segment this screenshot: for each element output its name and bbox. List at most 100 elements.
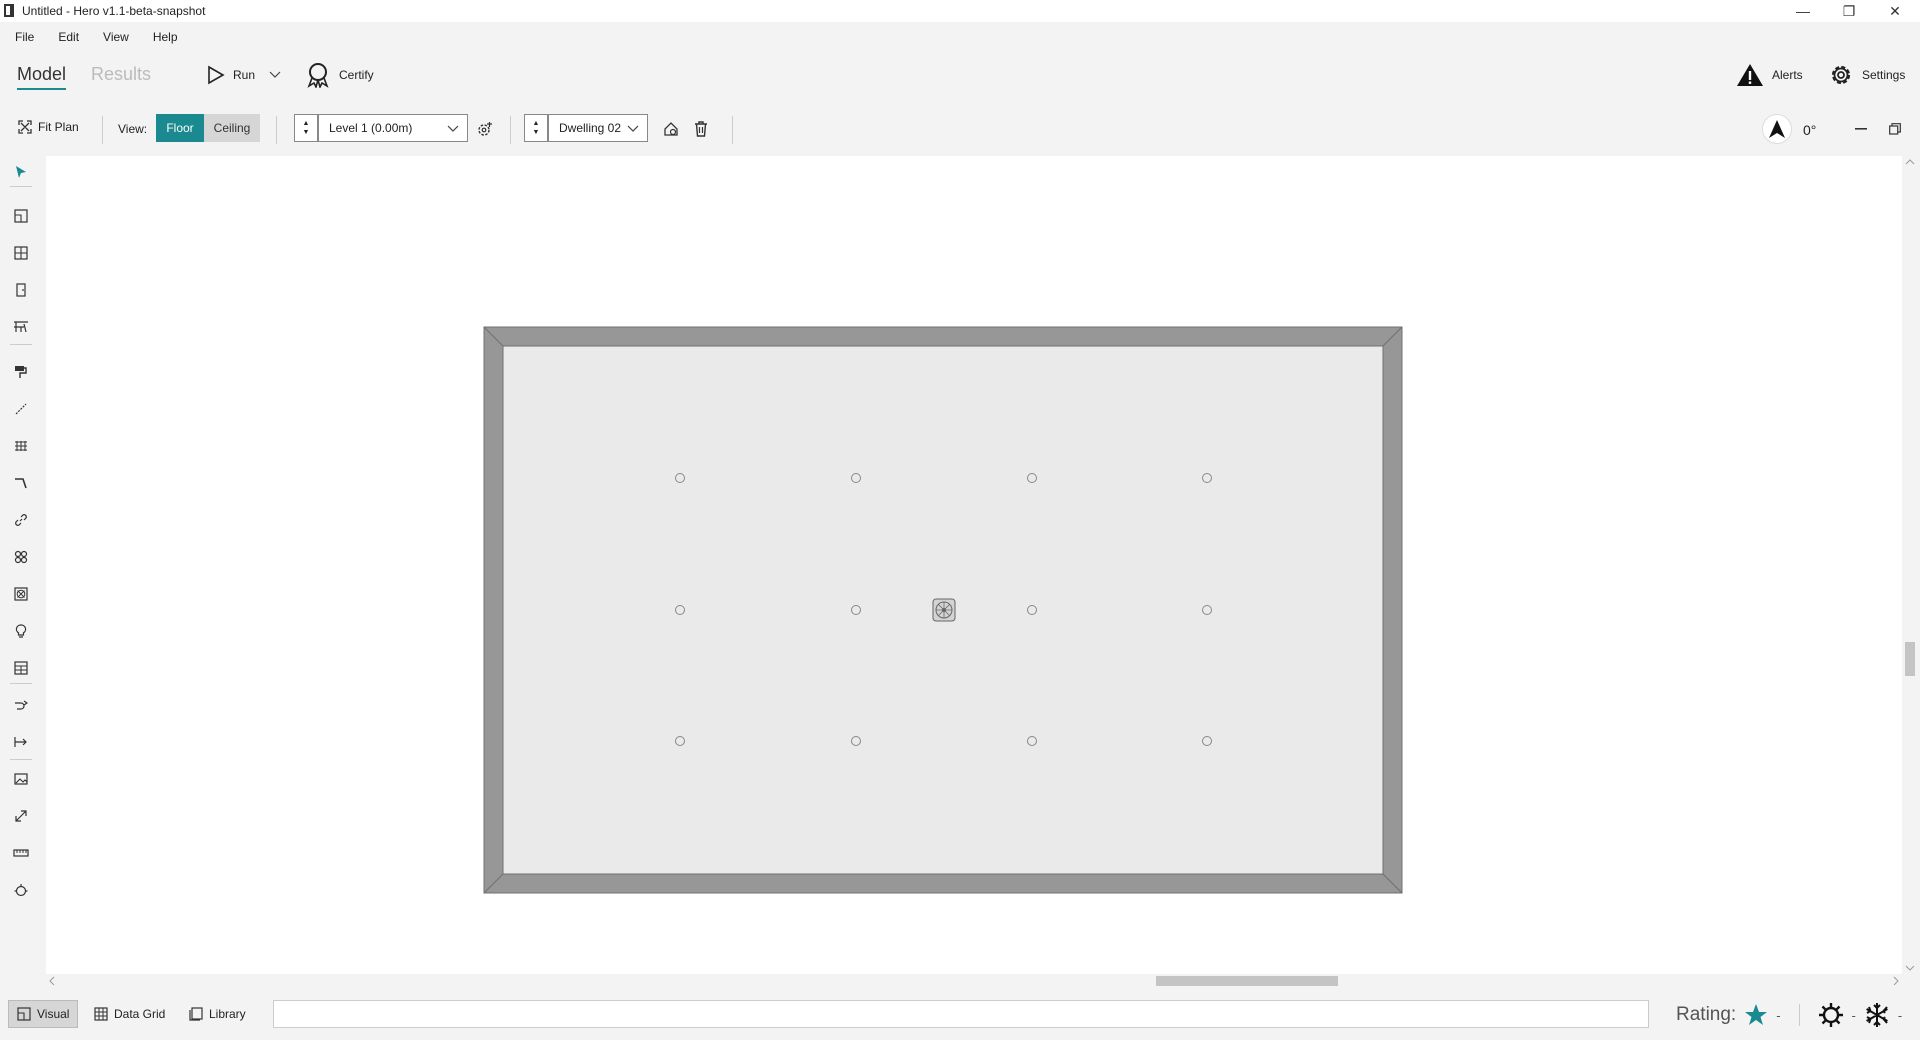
view-floor-toggle[interactable]: Floor [156,114,204,142]
library-tab[interactable]: Library [181,1000,254,1028]
compass-tool-icon[interactable] [12,881,30,899]
alerts-label: Alerts [1772,68,1803,82]
image-tool-icon[interactable] [12,770,30,788]
plan-canvas[interactable] [46,156,1902,974]
toolbar-divider [276,116,277,144]
scroll-left-icon[interactable] [46,974,58,988]
line-tool-icon[interactable] [12,400,30,418]
paint-tool-icon[interactable] [12,363,30,381]
tool-divider [10,186,32,187]
room-tool-icon[interactable] [12,207,30,225]
visual-icon [17,1007,31,1021]
dwelling-value: Dwelling 02 [559,121,622,135]
vertical-scrollbar[interactable] [1902,156,1918,974]
ceiling-fan-icon[interactable] [932,598,956,622]
scroll-right-icon[interactable] [1890,974,1902,988]
window-tool-icon[interactable] [12,244,30,262]
plan-toolbar: Fit Plan View: Floor Ceiling ▲ ▼ Level 1… [0,112,1920,146]
light-tool-icon[interactable] [12,622,30,640]
link-tool-icon[interactable] [12,511,30,529]
visual-tab[interactable]: Visual [8,1000,79,1028]
rating-divider [1798,1004,1800,1026]
grid-tool-icon[interactable] [12,437,30,455]
restore-button[interactable]: ❐ [1826,0,1872,22]
tab-results[interactable]: Results [91,64,151,90]
vent-tool-icon[interactable] [12,585,30,603]
main-tabs: Model Results [17,64,151,90]
fit-plan-button[interactable]: Fit Plan [18,120,79,134]
horizontal-scroll-thumb[interactable] [1156,976,1338,986]
stepper-down-icon[interactable]: ▼ [303,128,310,137]
run-label: Run [233,68,256,82]
scroll-down-icon[interactable] [1902,962,1918,974]
dwelling-settings-icon[interactable] [662,120,680,138]
stepper-up-icon[interactable]: ▲ [303,119,310,128]
status-bar: Visual Data Grid Library Rating: - - - [0,996,1920,1036]
floor-plan-drawing[interactable] [46,156,1902,974]
run-button[interactable]: Run [207,65,281,85]
scroll-up-icon[interactable] [1902,156,1918,168]
data-grid-label: Data Grid [114,1007,166,1021]
tool-divider [10,683,32,684]
level-settings-icon[interactable] [476,120,494,138]
tab-model[interactable]: Model [17,64,67,90]
dwelling-select[interactable]: Dwelling 02 [548,114,648,142]
library-icon [189,1007,203,1021]
restore-panel-icon[interactable] [1886,120,1904,138]
menu-help[interactable]: Help [138,24,187,50]
star-icon [1745,1004,1768,1025]
stepper-down-icon[interactable]: ▼ [533,128,540,137]
rating-label: Rating: [1676,1004,1737,1025]
level-select[interactable]: Level 1 (0.00m) [318,114,468,142]
chevron-down-icon [627,125,639,132]
minimize-panel-icon[interactable] [1852,120,1870,138]
pipe-tool-icon[interactable] [12,474,30,492]
minimize-button[interactable]: — [1780,0,1826,22]
title-bar: Untitled - Hero v1.1-beta-snapshot — ❐ ✕ [0,0,1920,22]
table-icon [94,1007,108,1021]
toolbar-divider [102,116,103,144]
window-title: Untitled - Hero v1.1-beta-snapshot [22,4,206,18]
stepper-up-icon[interactable]: ▲ [533,119,540,128]
resize-tool-icon[interactable] [12,807,30,825]
toolbar-divider [732,116,733,144]
menu-view[interactable]: View [88,24,138,50]
north-arrow-icon[interactable] [1762,114,1792,144]
duct-tool-icon[interactable] [12,696,30,714]
rating-value: - [1776,1007,1781,1023]
menu-edit[interactable]: Edit [43,24,88,50]
heating-icon [1818,1003,1843,1027]
left-toolbar [0,155,44,975]
certify-button[interactable]: Certify [305,62,374,88]
view-label: View: [118,122,148,136]
data-grid-tab[interactable]: Data Grid [86,1000,173,1028]
settings-label: Settings [1862,68,1906,82]
app-icon [4,4,14,17]
close-button[interactable]: ✕ [1872,0,1918,22]
chevron-down-icon [447,125,459,132]
door-tool-icon[interactable] [12,281,30,299]
select-tool-icon[interactable] [12,163,30,181]
dwelling-stepper[interactable]: ▲ ▼ [524,114,548,142]
menu-bar: File Edit View Help [0,24,187,50]
vertical-scroll-thumb[interactable] [1905,642,1915,676]
chevron-down-icon[interactable] [269,71,281,79]
view-ceiling-toggle[interactable]: Ceiling [204,114,260,142]
toolbar-divider [510,116,511,144]
fan-tool-icon[interactable] [12,548,30,566]
certificate-icon [307,63,329,88]
alerts-button[interactable]: Alerts [1736,63,1803,87]
delete-icon[interactable] [692,120,710,138]
settings-button[interactable]: Settings [1828,62,1905,88]
connect-tool-icon[interactable] [12,733,30,751]
menu-file[interactable]: File [0,24,43,50]
tool-divider [10,344,32,345]
level-value: Level 1 (0.00m) [329,121,413,135]
panel-tool-icon[interactable] [12,659,30,677]
wall-tool-icon[interactable] [12,318,30,336]
horizontal-scrollbar[interactable] [46,974,1902,988]
measure-tool-icon[interactable] [12,844,30,862]
level-stepper[interactable]: ▲ ▼ [294,114,318,142]
command-input[interactable] [273,1000,1649,1028]
warning-icon [1737,64,1763,86]
